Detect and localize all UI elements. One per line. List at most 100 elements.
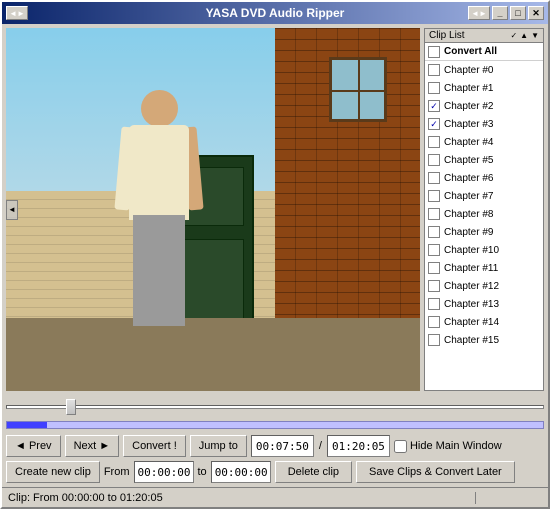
side-nav-arrow[interactable]: ◄	[6, 200, 18, 220]
close-button[interactable]: ✕	[528, 6, 544, 20]
chapter-label-ch10: Chapter #10	[444, 245, 499, 256]
clip-list[interactable]: Convert All Chapter #0 Chapter #1 ✓ Chapter…	[424, 42, 544, 391]
clip-range-row	[6, 419, 544, 431]
convert-all-checkbox[interactable]	[428, 46, 440, 58]
person-head	[141, 90, 178, 128]
slider-track	[6, 405, 544, 409]
checkbox-ch7[interactable]	[428, 190, 440, 202]
checkbox-ch1[interactable]	[428, 82, 440, 94]
chapter-label-ch13: Chapter #13	[444, 299, 499, 310]
ground	[6, 318, 420, 391]
checkmark-icon[interactable]: ✓	[510, 31, 517, 40]
arrow-up-icon[interactable]: ▲	[520, 31, 528, 40]
checkbox-ch0[interactable]	[428, 64, 440, 76]
status-bar: Clip: From 00:00:00 to 01:20:05	[2, 487, 548, 507]
clip-item-ch3[interactable]: ✓ Chapter #3	[425, 115, 543, 133]
clip-item-ch10[interactable]: Chapter #10	[425, 241, 543, 259]
chapter-label-ch1: Chapter #1	[444, 83, 493, 94]
time-separator: /	[318, 440, 323, 452]
checkbox-ch12[interactable]	[428, 280, 440, 292]
maximize-button[interactable]: □	[510, 6, 526, 20]
chapter-label-ch7: Chapter #7	[444, 191, 493, 202]
checkbox-ch2[interactable]: ✓	[428, 100, 440, 112]
status-text: Clip: From 00:00:00 to 01:20:05	[8, 492, 476, 504]
arrow-down-icon[interactable]: ▼	[531, 31, 539, 40]
buttons-row2: Create new clip From to Delete clip Save…	[6, 461, 544, 483]
chapter-label-ch4: Chapter #4	[444, 137, 493, 148]
clip-item-ch2[interactable]: ✓ Chapter #2	[425, 97, 543, 115]
to-time-input[interactable]	[211, 461, 271, 483]
checkbox-ch8[interactable]	[428, 208, 440, 220]
person-shirt	[129, 125, 189, 219]
clip-item-ch15[interactable]: Chapter #15	[425, 331, 543, 349]
chapter-label-ch6: Chapter #6	[444, 173, 493, 184]
title-arrow-right[interactable]: ◄►	[468, 6, 490, 20]
prev-button[interactable]: ◄ Prev	[6, 435, 61, 457]
clip-range-track	[6, 421, 544, 429]
checkbox-ch9[interactable]	[428, 226, 440, 238]
total-time-display: 01:20:05	[327, 435, 390, 457]
clip-list-panel: Clip List ✓ ▲ ▼ Convert All Chapter #0 Ch…	[424, 28, 544, 391]
delete-clip-button[interactable]: Delete clip	[275, 461, 352, 483]
slider-thumb[interactable]	[66, 399, 76, 415]
clip-item-ch9[interactable]: Chapter #9	[425, 223, 543, 241]
clip-item-ch12[interactable]: Chapter #12	[425, 277, 543, 295]
create-clip-button[interactable]: Create new clip	[6, 461, 100, 483]
chapter-label-ch0: Chapter #0	[444, 65, 493, 76]
chapter-label-ch9: Chapter #9	[444, 227, 493, 238]
from-time-input[interactable]	[134, 461, 194, 483]
house-window	[329, 57, 387, 122]
checkbox-ch10[interactable]	[428, 244, 440, 256]
chapter-label-ch2: Chapter #2	[444, 101, 493, 112]
slider-row	[6, 399, 544, 415]
checkbox-ch6[interactable]	[428, 172, 440, 184]
convert-all-label: Convert All	[444, 46, 497, 57]
clip-item-ch6[interactable]: Chapter #6	[425, 169, 543, 187]
clip-item-ch0[interactable]: Chapter #0	[425, 61, 543, 79]
minimize-button[interactable]: _	[492, 6, 508, 20]
person-figure	[122, 90, 197, 326]
chapter-label-ch3: Chapter #3	[444, 119, 493, 130]
clip-item-ch14[interactable]: Chapter #14	[425, 313, 543, 331]
buttons-row1: ◄ Prev Next ► Convert ! Jump to 00:07:50…	[6, 435, 544, 457]
clip-item-ch4[interactable]: Chapter #4	[425, 133, 543, 151]
controls-area: ◄ Prev Next ► Convert ! Jump to 00:07:50…	[2, 395, 548, 487]
video-area: ◄	[6, 28, 420, 391]
hide-window-label[interactable]: Hide Main Window	[394, 440, 502, 453]
main-content: ◄ Clip List ✓ ▲ ▼ Convert All Chapter #0…	[2, 24, 548, 395]
next-button[interactable]: Next ►	[65, 435, 120, 457]
main-slider[interactable]	[6, 399, 544, 415]
checkbox-ch4[interactable]	[428, 136, 440, 148]
convert-button[interactable]: Convert !	[123, 435, 186, 457]
clip-item-ch13[interactable]: Chapter #13	[425, 295, 543, 313]
clip-list-title: Clip List	[429, 30, 465, 41]
hide-window-checkbox[interactable]	[394, 440, 407, 453]
chapter-label-ch15: Chapter #15	[444, 335, 499, 346]
from-label: From	[104, 466, 130, 478]
chapter-label-ch14: Chapter #14	[444, 317, 499, 328]
title-left-arrows: ◄►	[6, 6, 28, 20]
checkbox-ch3[interactable]: ✓	[428, 118, 440, 130]
main-window: ◄► YASA DVD Audio Ripper ◄► _ □ ✕	[0, 0, 550, 509]
clip-item-ch11[interactable]: Chapter #11	[425, 259, 543, 277]
checkbox-ch14[interactable]	[428, 316, 440, 328]
clip-item-ch7[interactable]: Chapter #7	[425, 187, 543, 205]
title-arrow-left[interactable]: ◄►	[6, 6, 28, 20]
clip-list-header: Clip List ✓ ▲ ▼	[424, 28, 544, 42]
checkbox-ch13[interactable]	[428, 298, 440, 310]
checkbox-ch11[interactable]	[428, 262, 440, 274]
hide-window-text: Hide Main Window	[410, 440, 502, 452]
clip-list-header-icons: ✓ ▲ ▼	[510, 31, 539, 40]
jump-to-button[interactable]: Jump to	[190, 435, 247, 457]
scene-background	[6, 28, 420, 391]
clip-item-ch5[interactable]: Chapter #5	[425, 151, 543, 169]
chapter-label-ch5: Chapter #5	[444, 155, 493, 166]
to-label: to	[198, 466, 207, 478]
clip-item-ch8[interactable]: Chapter #8	[425, 205, 543, 223]
convert-all-row[interactable]: Convert All	[425, 43, 543, 61]
checkbox-ch15[interactable]	[428, 334, 440, 346]
clip-item-ch1[interactable]: Chapter #1	[425, 79, 543, 97]
checkbox-ch5[interactable]	[428, 154, 440, 166]
window-title: YASA DVD Audio Ripper	[206, 6, 345, 20]
save-clips-button[interactable]: Save Clips & Convert Later	[356, 461, 515, 483]
